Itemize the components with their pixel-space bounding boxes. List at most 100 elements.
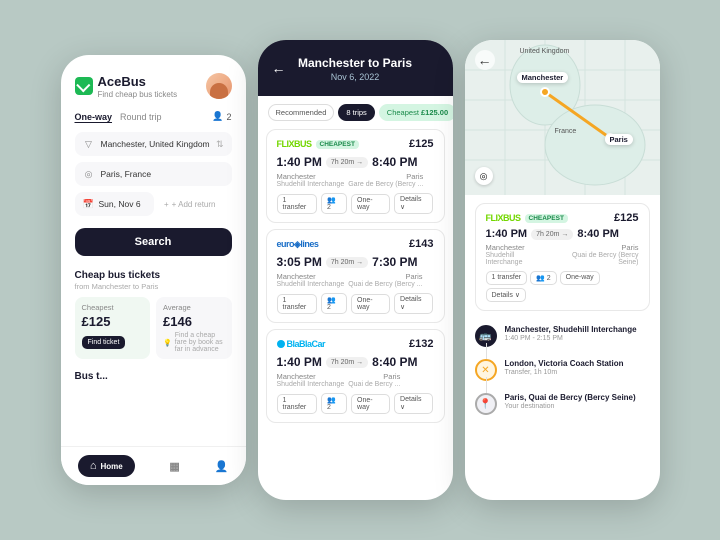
blablacar-dot bbox=[277, 340, 285, 348]
stop-paris: 📍 Paris, Quai de Bercy (Bercy Seine) You… bbox=[475, 387, 650, 421]
p3-details-tag[interactable]: Details ∨ bbox=[486, 288, 526, 302]
hint-text: Find a cheap fare by book as far in adva… bbox=[175, 332, 225, 353]
filter-cheapest[interactable]: Cheapest £125.00 bbox=[379, 104, 453, 121]
cheap-title: Cheap bus tickets bbox=[75, 270, 232, 281]
route-date: Nov 6, 2022 bbox=[272, 72, 439, 82]
p3-ticket-card[interactable]: FLIXBUS CHEAPEST £125 1:40 PM 7h 20m → 8… bbox=[475, 203, 650, 311]
trip-type-selector: One-way Round trip 👤 2 bbox=[61, 107, 246, 126]
passenger-count[interactable]: 👤 2 bbox=[212, 111, 231, 122]
date-row: 📅 Sun, Nov 6 + + Add return bbox=[75, 192, 232, 216]
from-station-3: Shudehill Interchange bbox=[277, 381, 345, 388]
cheapest-card: Cheapest £125 Find ticket bbox=[75, 297, 151, 359]
bus-stop-icon-1: 🚌 bbox=[475, 325, 497, 347]
p3-arrive: 8:40 PM bbox=[577, 228, 619, 240]
ticket-card-flixbus[interactable]: FLIXBUS CHEAPEST £125 1:40 PM 7h 20m → 8… bbox=[266, 129, 445, 223]
person-icon: 👤 bbox=[212, 111, 223, 122]
transfer-tag-3: 1 transfer bbox=[277, 394, 318, 414]
bottom-nav: ⌂ Home ▦ 👤 bbox=[61, 446, 246, 485]
back-arrow-icon[interactable]: ← bbox=[272, 60, 286, 76]
france-label: France bbox=[555, 128, 577, 135]
eurolines-logo: euro◈lines bbox=[277, 239, 319, 250]
flixbus-logo: FLIXBUS bbox=[277, 139, 312, 149]
add-return-button[interactable]: + + Add return bbox=[160, 200, 232, 209]
filter-tabs: Recommended 8 trips Cheapest £125.00 Fas… bbox=[258, 96, 453, 129]
cheapest-label: Cheapest bbox=[82, 303, 144, 312]
date-text: Sun, Nov 6 bbox=[99, 199, 147, 209]
nav-home[interactable]: ⌂ Home bbox=[78, 455, 135, 477]
filter-recommended[interactable]: Recommended bbox=[268, 104, 335, 121]
p3-depart: 1:40 PM bbox=[486, 228, 528, 240]
type-tag-1: One-way bbox=[351, 194, 390, 214]
to-station-1: Gare de Bercy (Bercy ... bbox=[348, 181, 423, 188]
tab-one-way[interactable]: One-way bbox=[75, 112, 113, 122]
details-tag-3[interactable]: Details ∨ bbox=[394, 393, 433, 414]
user-avatar[interactable] bbox=[206, 73, 232, 99]
map-back-button[interactable]: ← bbox=[475, 50, 495, 70]
stop-info-1: Manchester, Shudehill Interchange 1:40 P… bbox=[505, 325, 650, 342]
uk-label: United Kingdom bbox=[520, 48, 570, 55]
p3-cities: Manchester Shudehill Interchange Paris Q… bbox=[486, 243, 639, 266]
type-tag-3: One-way bbox=[351, 394, 390, 414]
ticket-card-blablacar[interactable]: BlaBlaCar £132 1:40 PM 7h 20m → 8:40 PM … bbox=[266, 329, 445, 423]
p3-pax-tag: 👥 2 bbox=[530, 271, 557, 285]
arrive-time-1: 8:40 PM bbox=[372, 155, 417, 169]
origin-field[interactable]: ▽ Manchester, United Kingdom ⇅ bbox=[75, 132, 232, 156]
destination-field[interactable]: ◎ Paris, France bbox=[75, 162, 232, 186]
p3-ticket-top: FLIXBUS CHEAPEST £125 bbox=[486, 212, 639, 224]
tickets-icon: ▦ bbox=[169, 460, 179, 473]
manchester-label: Manchester bbox=[517, 72, 569, 83]
type-tag-2: One-way bbox=[351, 294, 390, 314]
bus-section-preview: Bus t... bbox=[61, 363, 246, 386]
search-fields: ▽ Manchester, United Kingdom ⇅ ◎ Paris, … bbox=[61, 126, 246, 222]
pax-tag-1: 👥 2 bbox=[321, 193, 347, 214]
stop-detail-2: Transfer, 1h 10m bbox=[505, 369, 650, 376]
to-station-3: Quai de Bercy ... bbox=[348, 381, 400, 388]
logo-area: AceBus Find cheap bus tickets bbox=[75, 74, 178, 99]
destination-icon: 📍 bbox=[475, 393, 497, 415]
p3-from-station: Shudehill Interchange bbox=[486, 252, 552, 266]
ticket-cities-1: Manchester Shudehill Interchange Paris G… bbox=[277, 172, 434, 188]
pax-tag-3: 👥 2 bbox=[321, 393, 347, 414]
stop-name-2: London, Victoria Coach Station bbox=[505, 359, 650, 368]
from-city-3: Manchester bbox=[277, 372, 345, 381]
nav-tickets[interactable]: ▦ bbox=[169, 460, 179, 473]
cheapest-badge-1: CHEAPEST bbox=[316, 140, 359, 149]
stop-info-2: London, Victoria Coach Station Transfer,… bbox=[505, 359, 650, 376]
phone-1: AceBus Find cheap bus tickets One-way Ro… bbox=[61, 55, 246, 485]
date-field[interactable]: 📅 Sun, Nov 6 bbox=[75, 192, 155, 216]
ticket-list: FLIXBUS CHEAPEST £125 1:40 PM 7h 20m → 8… bbox=[258, 129, 453, 500]
tab-round-trip[interactable]: Round trip bbox=[120, 112, 162, 122]
p3-ticket-price: £125 bbox=[614, 212, 638, 224]
stop-list: 🚌 Manchester, Shudehill Interchange 1:40… bbox=[475, 319, 650, 421]
stop-name-1: Manchester, Shudehill Interchange bbox=[505, 325, 650, 334]
pax-number: 2 bbox=[226, 112, 231, 122]
phone1-header: AceBus Find cheap bus tickets bbox=[61, 55, 246, 107]
to-city-3: Paris bbox=[348, 372, 400, 381]
details-tag-1[interactable]: Details ∨ bbox=[394, 193, 433, 214]
add-return-label: + Add return bbox=[172, 200, 216, 209]
ticket-price-2: £143 bbox=[409, 238, 433, 250]
stop-detail-3: Your destination bbox=[505, 403, 650, 410]
p3-cheapest-badge: CHEAPEST bbox=[525, 214, 568, 223]
swap-icon[interactable]: ⇅ bbox=[216, 139, 224, 150]
to-station-2: Quai de Bercy (Bercy ... bbox=[348, 281, 422, 288]
blablacar-logo: BlaBlaCar bbox=[287, 339, 326, 349]
find-ticket-button[interactable]: Find ticket bbox=[82, 336, 126, 349]
ticket-footer-1: 1 transfer 👥 2 One-way Details ∨ bbox=[277, 193, 434, 214]
p3-type-tag: One-way bbox=[560, 271, 600, 285]
acebus-logo-icon bbox=[75, 77, 93, 95]
ticket-card-eurolines[interactable]: euro◈lines £143 3:05 PM 7h 20m → 7:30 PM… bbox=[266, 229, 445, 323]
app-name: AceBus bbox=[98, 74, 178, 89]
filter-trips[interactable]: 8 trips bbox=[338, 104, 374, 121]
compass-icon: ◎ bbox=[475, 167, 493, 185]
nav-profile[interactable]: 👤 bbox=[214, 460, 228, 473]
transfer-tag-1: 1 transfer bbox=[277, 194, 318, 214]
paris-label: Paris bbox=[605, 134, 633, 145]
plus-icon: + bbox=[164, 200, 169, 209]
ticket-cities-2: Manchester Shudehill Interchange Paris Q… bbox=[277, 272, 434, 288]
search-button[interactable]: Search bbox=[75, 228, 232, 256]
p3-to-station: Quai de Bercy (Bercy Seine) bbox=[552, 252, 639, 266]
details-tag-2[interactable]: Details ∨ bbox=[394, 293, 433, 314]
profile-icon: 👤 bbox=[214, 460, 228, 473]
cheap-sub: from Manchester to Paris bbox=[75, 282, 232, 291]
